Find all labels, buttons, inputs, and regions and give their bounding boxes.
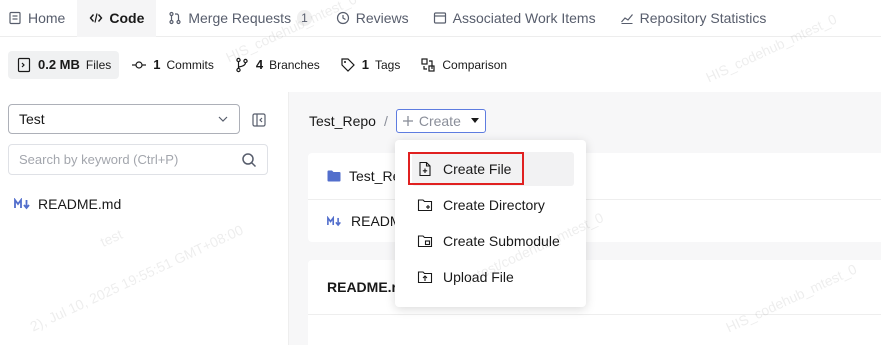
file-tree-item[interactable]: README.md	[14, 196, 121, 212]
stat-commits-value: 1	[153, 57, 161, 72]
menu-item-label: Upload File	[443, 269, 514, 285]
stat-files-label: Files	[85, 57, 112, 72]
plus-icon	[401, 114, 415, 128]
new-file-icon	[417, 161, 433, 177]
merge-requests-count-badge: 1	[297, 10, 312, 26]
stat-branches[interactable]: 4 Branches	[226, 51, 328, 79]
caret-down-icon	[470, 118, 479, 124]
menu-item-create-file[interactable]: Create File	[408, 152, 574, 186]
top-nav: Home Code Merge Requests 1 Reviews Assoc…	[0, 0, 881, 37]
markdown-icon	[14, 198, 32, 210]
stat-branches-value: 4	[255, 57, 264, 72]
new-folder-icon	[417, 197, 433, 213]
file-list-row-name: READM	[351, 213, 402, 229]
menu-item-upload-file[interactable]: Upload File	[412, 260, 574, 294]
tab-home[interactable]: Home	[0, 0, 77, 37]
file-size-icon	[16, 57, 32, 73]
merge-request-icon	[168, 11, 182, 25]
file-tree-panel: Test Search by keyword (Ctrl+P) README.m…	[0, 92, 289, 345]
stat-comparison[interactable]: Comparison	[412, 51, 515, 79]
file-list-header: Test_Re	[308, 153, 881, 200]
stat-files-value: 0.2 MB	[38, 57, 80, 72]
file-list-title[interactable]: Test_Re	[349, 168, 400, 184]
tab-label: Merge Requests	[188, 10, 292, 26]
menu-item-create-submodule[interactable]: Create Submodule	[412, 224, 574, 258]
file-name: README.md	[38, 196, 122, 212]
markdown-icon	[327, 215, 343, 227]
tab-label: Repository Statistics	[639, 10, 767, 26]
file-list-card: Test_Re READM	[308, 153, 881, 242]
branch-select[interactable]: Test	[8, 104, 240, 134]
create-dropdown-button[interactable]: Create	[395, 109, 486, 133]
breadcrumb: Test_Repo / Create	[309, 109, 486, 133]
tab-merge-requests[interactable]: Merge Requests 1	[156, 0, 323, 37]
compare-icon	[420, 57, 436, 73]
file-search-placeholder: Search by keyword (Ctrl+P)	[19, 152, 179, 167]
readme-title: README.r	[308, 260, 881, 315]
review-icon	[336, 11, 350, 25]
collapse-sidebar-icon[interactable]	[250, 111, 268, 129]
tab-label: Home	[28, 10, 66, 26]
app-root: Home Code Merge Requests 1 Reviews Assoc…	[0, 0, 881, 345]
tag-icon	[340, 57, 356, 73]
statistics-icon	[620, 11, 634, 25]
repo-stats-bar: 0.2 MB Files 1 Commits 4 Branches 1 Tags	[0, 37, 881, 92]
document-icon	[8, 11, 22, 25]
code-icon	[89, 11, 103, 25]
menu-item-create-directory[interactable]: Create Directory	[412, 188, 574, 222]
create-button-label: Create	[418, 113, 461, 129]
file-search-input[interactable]: Search by keyword (Ctrl+P)	[8, 144, 268, 175]
chevron-down-icon	[217, 113, 229, 125]
breadcrumb-repo[interactable]: Test_Repo	[309, 113, 376, 129]
branch-icon	[234, 57, 250, 73]
search-icon[interactable]	[241, 152, 257, 168]
submodule-icon	[417, 233, 433, 249]
stat-branches-label: Branches	[269, 57, 320, 72]
menu-item-label: Create Submodule	[443, 233, 560, 249]
tab-label: Reviews	[355, 10, 409, 26]
stat-commits[interactable]: 1 Commits	[123, 51, 222, 79]
tab-label: Associated Work Items	[452, 10, 596, 26]
folder-icon	[327, 170, 341, 182]
stat-tags-label: Tags	[375, 57, 401, 72]
tab-associated-work-items[interactable]: Associated Work Items	[421, 0, 608, 37]
stat-comparison-label: Comparison	[442, 57, 508, 72]
menu-item-label: Create Directory	[443, 197, 545, 213]
upload-icon	[417, 269, 433, 285]
tab-label: Code	[109, 10, 145, 26]
create-dropdown-menu: Create File Create Directory Create Subm…	[395, 140, 586, 307]
stat-files[interactable]: 0.2 MB Files	[8, 50, 120, 79]
menu-item-label: Create File	[443, 161, 512, 177]
work-items-icon	[433, 11, 447, 25]
stat-tags[interactable]: 1 Tags	[332, 51, 409, 79]
tab-reviews[interactable]: Reviews	[324, 0, 421, 37]
readme-card: README.r	[308, 260, 881, 345]
branch-select-value: Test	[19, 111, 45, 127]
stat-commits-label: Commits	[166, 57, 214, 72]
file-list-row[interactable]: READM	[308, 200, 881, 242]
commit-icon	[131, 57, 147, 73]
tab-repository-statistics[interactable]: Repository Statistics	[608, 0, 779, 37]
tab-code[interactable]: Code	[77, 0, 157, 37]
stat-tags-value: 1	[361, 57, 369, 72]
breadcrumb-separator: /	[383, 113, 388, 129]
